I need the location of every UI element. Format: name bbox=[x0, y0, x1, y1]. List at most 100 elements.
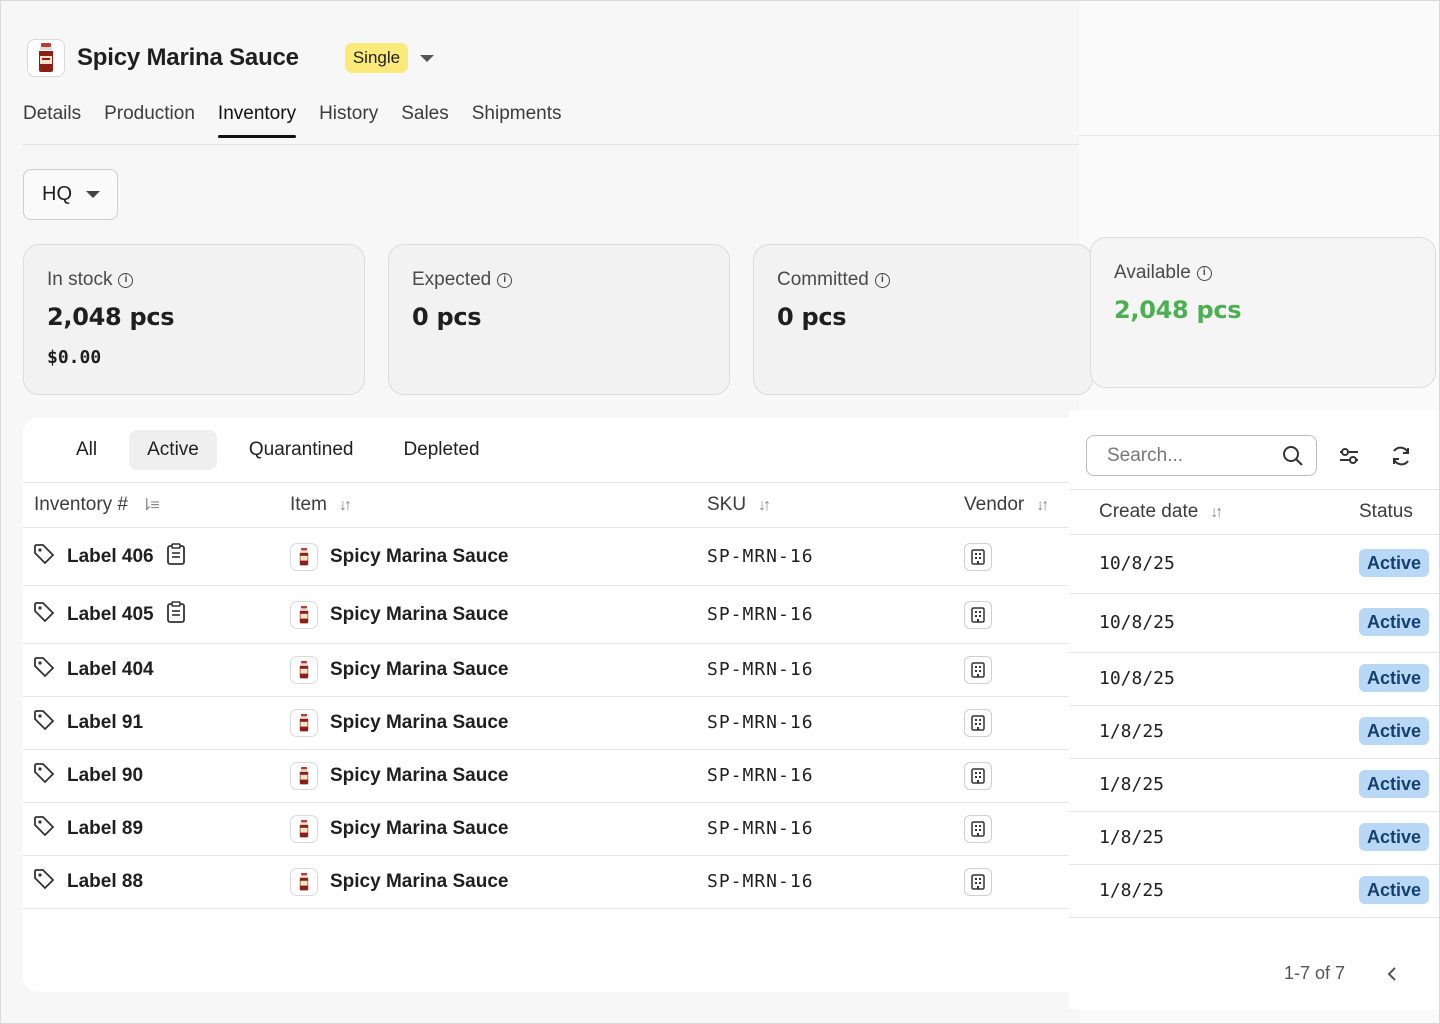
sort-desc-icon: ⇂≡ bbox=[140, 497, 160, 514]
building-icon[interactable] bbox=[964, 868, 992, 896]
tag-icon bbox=[33, 762, 55, 790]
filter-quarantined[interactable]: Quarantined bbox=[231, 430, 372, 470]
item-thumbnail bbox=[290, 762, 318, 790]
notes-icon[interactable] bbox=[166, 542, 186, 571]
chevron-down-icon[interactable] bbox=[420, 54, 435, 62]
inventory-label[interactable]: Label 91 bbox=[67, 712, 143, 734]
item-name[interactable]: Spicy Marina Sauce bbox=[330, 765, 508, 787]
search-box[interactable] bbox=[1086, 435, 1317, 476]
notes-icon[interactable] bbox=[166, 600, 186, 629]
filter-active[interactable]: Active bbox=[129, 430, 217, 470]
column-header-vendor[interactable]: Vendor ↓↑ bbox=[964, 482, 1069, 528]
table-row[interactable]: 1/8/25 Active bbox=[1069, 811, 1439, 865]
table-row[interactable]: 10/8/25 Active bbox=[1069, 593, 1439, 653]
item-name[interactable]: Spicy Marina Sauce bbox=[330, 659, 508, 681]
search-input[interactable] bbox=[1107, 444, 1267, 467]
building-icon[interactable] bbox=[964, 542, 992, 571]
sku-value: SP-MRN-16 bbox=[707, 765, 814, 786]
column-header-inventory[interactable]: Inventory # ⇂≡ bbox=[23, 482, 279, 528]
inventory-label[interactable]: Label 405 bbox=[67, 604, 154, 626]
filter-depleted[interactable]: Depleted bbox=[385, 430, 497, 470]
column-header-create-date[interactable]: Create date ↓↑ bbox=[1069, 489, 1359, 535]
table-row[interactable]: 1/8/25 Active bbox=[1069, 705, 1439, 759]
search-icon[interactable] bbox=[1282, 445, 1304, 467]
create-date: 10/8/25 bbox=[1099, 553, 1175, 574]
building-icon[interactable] bbox=[964, 709, 992, 737]
variant-badge[interactable]: Single bbox=[344, 43, 409, 73]
column-header-status[interactable]: Status bbox=[1359, 489, 1439, 535]
table-row[interactable]: Label 406 Spicy Marina Sauce SP-MRN-16 bbox=[23, 527, 1069, 586]
create-date: 1/8/25 bbox=[1099, 827, 1165, 848]
table-row[interactable]: Label 405 Spicy Marina Sauce SP-MRN-16 bbox=[23, 585, 1069, 644]
table-row[interactable]: 10/8/25 Active bbox=[1069, 534, 1439, 594]
building-icon[interactable] bbox=[964, 815, 992, 843]
tab-sales[interactable]: Sales bbox=[401, 103, 449, 138]
building-icon[interactable] bbox=[964, 762, 992, 790]
pagination-text: 1-7 of 7 bbox=[1284, 963, 1346, 983]
stat-card-in-stock: In stock i 2,048 pcs $0.00 bbox=[23, 244, 365, 395]
stat-label: Committed bbox=[777, 269, 869, 290]
sku-value: SP-MRN-16 bbox=[707, 545, 814, 567]
stat-label: Expected bbox=[412, 269, 492, 290]
item-name[interactable]: Spicy Marina Sauce bbox=[330, 712, 508, 734]
sort-icon: ↓↑ bbox=[1036, 497, 1049, 514]
item-thumbnail bbox=[290, 868, 318, 896]
inventory-side-panel: Create date↓↑ Status 10/8/25Active10/8/2… bbox=[1069, 411, 1439, 1009]
item-thumbnail bbox=[290, 656, 318, 684]
filter-all[interactable]: All bbox=[58, 430, 115, 470]
tab-shipments[interactable]: Shipments bbox=[472, 103, 562, 138]
stat-value: 0 pcs bbox=[412, 303, 482, 331]
building-icon[interactable] bbox=[964, 600, 992, 629]
tab-details[interactable]: Details bbox=[23, 103, 81, 138]
chevron-left-icon[interactable] bbox=[1385, 966, 1399, 982]
sauce-jar-icon bbox=[39, 43, 53, 72]
item-name[interactable]: Spicy Marina Sauce bbox=[330, 871, 508, 893]
inventory-label[interactable]: Label 89 bbox=[67, 818, 143, 840]
refresh-icon[interactable] bbox=[1388, 443, 1414, 469]
item-name[interactable]: Spicy Marina Sauce bbox=[330, 604, 508, 626]
column-header-item[interactable]: Item ↓↑ bbox=[279, 482, 707, 528]
tab-history[interactable]: History bbox=[319, 103, 378, 138]
inventory-label[interactable]: Label 90 bbox=[67, 765, 143, 787]
sku-value: SP-MRN-16 bbox=[707, 818, 814, 839]
sort-icon: ↓↑ bbox=[338, 497, 352, 514]
status-badge: Active bbox=[1359, 717, 1430, 745]
table-row[interactable]: 1/8/25 Active bbox=[1069, 864, 1439, 918]
table-row[interactable]: Label 91 Spicy Marina Sauce SP-MRN-16 bbox=[23, 696, 1069, 750]
item-thumbnail bbox=[290, 709, 318, 737]
location-value: HQ bbox=[42, 183, 72, 205]
location-select[interactable]: HQ bbox=[23, 169, 118, 220]
sku-value: SP-MRN-16 bbox=[707, 603, 814, 625]
table-row[interactable]: Label 88 Spicy Marina Sauce SP-MRN-16 bbox=[23, 855, 1069, 909]
stat-value: 2,048 pcs bbox=[47, 303, 175, 331]
info-icon[interactable]: i bbox=[497, 272, 513, 288]
inventory-table-panel: All Active Quarantined Depleted Inventor… bbox=[23, 418, 1069, 992]
tab-inventory[interactable]: Inventory bbox=[217, 103, 297, 138]
building-icon[interactable] bbox=[964, 656, 992, 684]
item-name[interactable]: Spicy Marina Sauce bbox=[330, 818, 508, 840]
table-row[interactable]: Label 90 Spicy Marina Sauce SP-MRN-16 bbox=[23, 749, 1069, 803]
table-row[interactable]: Label 404 Spicy Marina Sauce SP-MRN-16 bbox=[23, 643, 1069, 697]
sku-value: SP-MRN-16 bbox=[707, 659, 814, 680]
info-icon[interactable]: i bbox=[118, 272, 134, 288]
inventory-label[interactable]: Label 404 bbox=[67, 659, 154, 681]
item-name[interactable]: Spicy Marina Sauce bbox=[330, 546, 508, 568]
tabs-divider bbox=[23, 144, 1079, 145]
tag-icon bbox=[33, 815, 55, 843]
info-icon[interactable]: i bbox=[874, 272, 890, 288]
sort-icon: ↓↑ bbox=[1210, 504, 1223, 521]
inventory-label[interactable]: Label 406 bbox=[67, 546, 154, 568]
status-filter: All Active Quarantined Depleted bbox=[58, 430, 512, 470]
product-header: Spicy Marina Sauce Single bbox=[27, 39, 435, 77]
table-row[interactable]: 10/8/25 Active bbox=[1069, 652, 1439, 706]
status-badge: Active bbox=[1359, 876, 1430, 904]
table-row[interactable]: Label 89 Spicy Marina Sauce SP-MRN-16 bbox=[23, 802, 1069, 856]
table-row[interactable]: 1/8/25 Active bbox=[1069, 758, 1439, 812]
filter-settings-icon[interactable] bbox=[1336, 443, 1362, 469]
inventory-label[interactable]: Label 88 bbox=[67, 871, 143, 893]
tab-production[interactable]: Production bbox=[104, 103, 195, 138]
create-date: 10/8/25 bbox=[1099, 668, 1175, 689]
stat-label: In stock bbox=[47, 269, 113, 290]
info-icon[interactable]: i bbox=[1196, 265, 1212, 281]
column-header-sku[interactable]: SKU ↓↑ bbox=[707, 482, 964, 528]
